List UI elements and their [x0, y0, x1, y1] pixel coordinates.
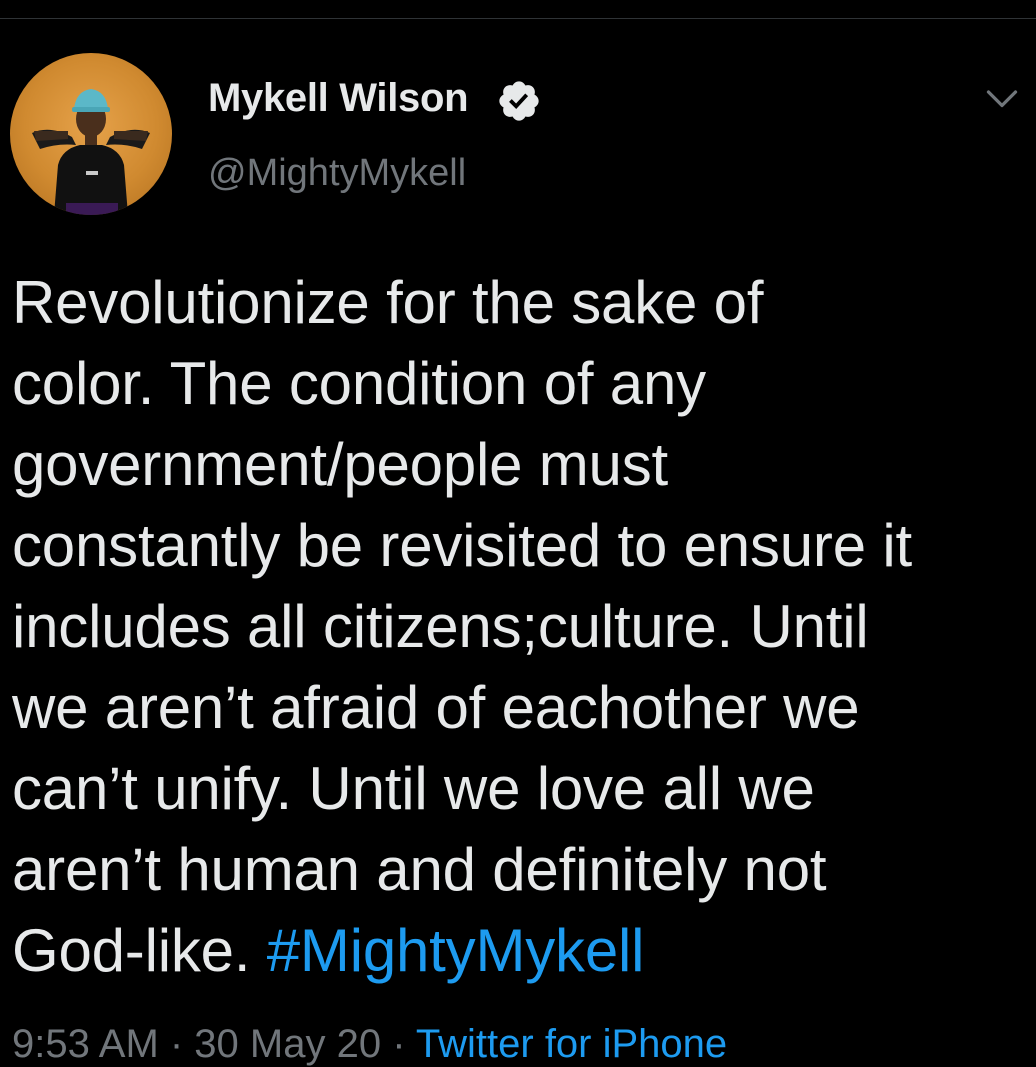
chevron-down-icon[interactable] — [984, 80, 1020, 116]
tweet-text-line: aren’t human and definitely not — [12, 836, 827, 903]
tweet-text-line: color. The condition of any — [12, 350, 706, 417]
tweet-text: Revolutionize for the sake of color. The… — [12, 262, 1022, 991]
top-divider — [0, 18, 1036, 19]
profile-photo-icon — [32, 89, 150, 215]
tweet-text-line: Revolutionize for the sake of — [12, 269, 764, 336]
tweet-text-last-line: God-like. #MightyMykell — [12, 910, 1022, 991]
tweet-text-line: government/people must — [12, 431, 668, 498]
tweet-text-line: we aren’t afraid of eachother we — [12, 674, 860, 741]
author-name[interactable]: Mykell Wilson — [208, 76, 469, 121]
hashtag-link[interactable]: #MightyMykell — [267, 917, 645, 984]
tweet-text-line: can’t unify. Until we love all we — [12, 755, 815, 822]
tweet-meta: 9:53 AM · 30 May 20 · Twitter for iPhone — [12, 1022, 727, 1067]
tweet-timestamp[interactable]: 9:53 AM · 30 May 20 · — [12, 1022, 416, 1066]
tweet-text-line: God-like. — [12, 917, 267, 984]
verified-badge-icon — [499, 81, 539, 121]
author-handle[interactable]: @MightyMykell — [208, 152, 466, 195]
tweet-source-link[interactable]: Twitter for iPhone — [416, 1022, 727, 1066]
tweet-text-line: includes all citizens;culture. Until — [12, 593, 869, 660]
avatar[interactable] — [10, 53, 172, 215]
tweet-text-line: constantly be revisited to ensure it — [12, 512, 912, 579]
